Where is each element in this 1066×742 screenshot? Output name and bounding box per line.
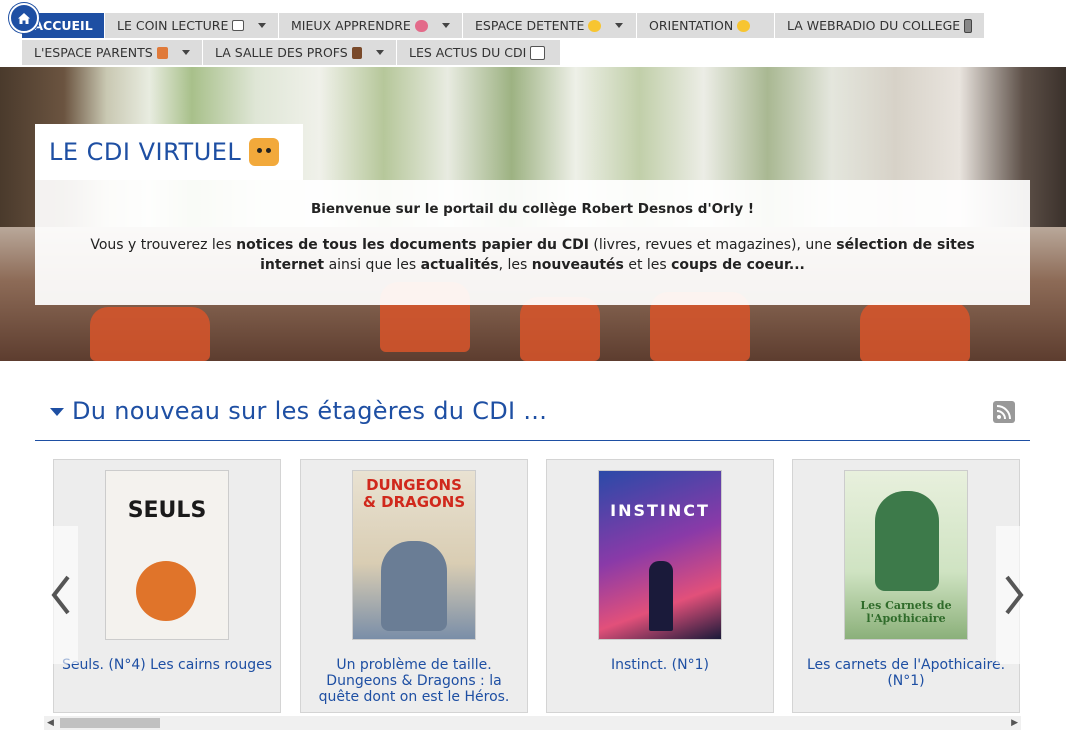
welcome-paragraph: Vous y trouverez les notices de tous les… xyxy=(90,237,975,273)
rss-icon xyxy=(996,405,1011,420)
thinking-icon xyxy=(737,19,751,32)
nav-row-2: L'ESPACE PARENTS LA SALLE DES PROFS LES … xyxy=(22,40,1008,67)
cover-art xyxy=(875,491,939,591)
chevron-down-icon xyxy=(258,23,266,28)
cover-title: SEULS xyxy=(127,498,207,523)
cover-art xyxy=(136,561,196,621)
scroll-left-icon[interactable]: ◀ xyxy=(47,717,54,729)
nav-item-webradio[interactable]: LA WEBRADIO DU COLLEGE xyxy=(775,13,985,39)
dog-icon xyxy=(249,138,280,166)
scrollbar-thumb[interactable] xyxy=(60,718,160,728)
book-card[interactable]: INSTINCT Instinct. (N°1) xyxy=(546,459,774,713)
cover-title: DUNGEONS & DRAGONS xyxy=(362,476,466,511)
book-card[interactable]: DUNGEONS & DRAGONS Un problème de taille… xyxy=(300,459,528,713)
book-title-link[interactable]: Un problème de taille. Dungeons & Dragon… xyxy=(307,657,521,705)
section-title: Du nouveau sur les étagères du CDI ... xyxy=(72,397,548,425)
cover-art xyxy=(649,561,673,631)
nav-item-orientation[interactable]: ORIENTATION xyxy=(637,13,775,39)
chevron-left-icon xyxy=(51,575,70,615)
carousel-next-button[interactable] xyxy=(996,526,1032,664)
hero-chair xyxy=(860,302,970,361)
hero-title-box: LE CDI VIRTUEL xyxy=(35,124,303,180)
smile-icon xyxy=(588,19,602,32)
chevron-down-icon xyxy=(182,50,190,55)
nav-item-coin-lecture[interactable]: LE COIN LECTURE xyxy=(105,13,279,39)
brain-icon xyxy=(414,19,428,32)
nav-item-salle-des-profs[interactable]: LA SALLE DES PROFS xyxy=(203,40,397,66)
carousel-scrollbar[interactable]: ◀ ▶ xyxy=(44,716,1021,730)
briefcase-icon xyxy=(351,46,362,59)
radio-icon xyxy=(964,18,972,33)
chevron-down-icon xyxy=(615,23,624,28)
cover-title: Les Carnets de l'Apothicaire xyxy=(860,599,952,625)
hero-chair xyxy=(90,307,210,361)
scroll-right-icon[interactable]: ▶ xyxy=(1011,717,1018,729)
carousel-prev-button[interactable] xyxy=(44,526,78,664)
books-carousel: SEULS Seuls. (N°4) Les cairns rouges DUN… xyxy=(44,459,1021,715)
book-title-link[interactable]: Instinct. (N°1) xyxy=(553,657,767,673)
newspaper-icon xyxy=(530,45,546,60)
book-card[interactable]: Les Carnets de l'Apothicaire Les carnets… xyxy=(792,459,1020,713)
home-button[interactable] xyxy=(9,3,39,33)
chevron-down-icon xyxy=(441,23,450,28)
home-icon xyxy=(18,12,30,24)
book-icon xyxy=(232,20,244,31)
book-title-link[interactable]: Les carnets de l'Apothicaire. (N°1) xyxy=(799,657,1013,689)
hero-chair xyxy=(520,297,600,361)
welcome-text: Bienvenue sur le portail du collège Robe… xyxy=(310,201,755,217)
book-cover[interactable]: Les Carnets de l'Apothicaire xyxy=(844,470,968,640)
book-cover[interactable]: DUNGEONS & DRAGONS xyxy=(352,470,476,640)
nav-row-1: ACCUEIL LE COIN LECTURE MIEUX APPRENDRE … xyxy=(22,13,1008,40)
chevron-down-icon xyxy=(376,50,384,55)
new-books-section-header: Du nouveau sur les étagères du CDI ... xyxy=(35,392,1030,441)
book-title-link[interactable]: Seuls. (N°4) Les cairns rouges xyxy=(60,657,274,673)
nav-item-actus-cdi[interactable]: LES ACTUS DU CDI xyxy=(397,40,561,66)
cover-art xyxy=(381,541,447,631)
nav-item-espace-detente[interactable]: ESPACE DETENTE xyxy=(463,13,637,39)
collapse-triangle-icon[interactable] xyxy=(50,408,64,416)
main-nav: ACCUEIL LE COIN LECTURE MIEUX APPRENDRE … xyxy=(22,13,1008,67)
nav-item-mieux-apprendre[interactable]: MIEUX APPRENDRE xyxy=(279,13,463,39)
page-title: LE CDI VIRTUEL xyxy=(49,138,242,166)
nav-item-espace-parents[interactable]: L'ESPACE PARENTS xyxy=(22,40,203,66)
book-cover[interactable]: INSTINCT xyxy=(598,470,722,640)
chevron-right-icon xyxy=(1005,575,1024,615)
book-cover[interactable]: SEULS xyxy=(105,470,229,640)
book-card[interactable]: SEULS Seuls. (N°4) Les cairns rouges xyxy=(53,459,281,713)
rss-feed-button[interactable] xyxy=(993,401,1015,423)
cover-title: INSTINCT xyxy=(610,501,710,520)
welcome-box: Bienvenue sur le portail du collège Robe… xyxy=(35,180,1030,305)
house-icon xyxy=(156,46,168,59)
